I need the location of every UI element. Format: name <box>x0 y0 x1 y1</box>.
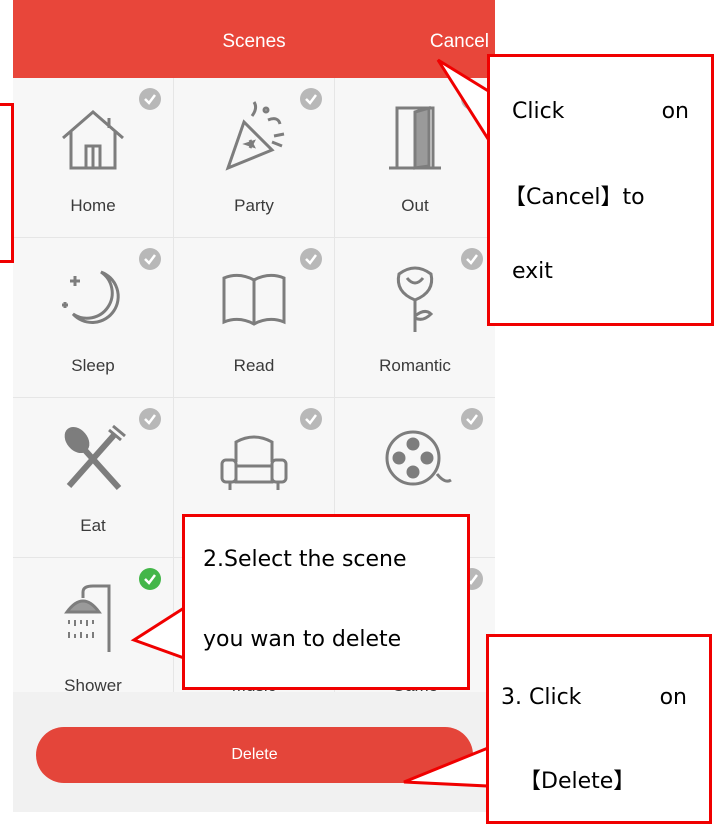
callout-text: 【Delete】 <box>519 769 636 794</box>
house-icon <box>62 110 124 170</box>
scene-label: Eat <box>80 516 106 535</box>
film-reel-icon <box>385 430 452 486</box>
fork-spoon-icon <box>64 424 126 491</box>
check-icon <box>300 88 322 110</box>
scene-label: Shower <box>64 676 122 695</box>
cancel-button[interactable]: Cancel <box>430 31 489 53</box>
callout-text: Click <box>512 99 565 124</box>
callout-text: 2.Select the scene <box>203 547 407 572</box>
callout-delete: 3. Click on 【Delete】 <box>486 634 712 824</box>
callout-cancel: Click on 【Cancel】to exit <box>487 54 714 326</box>
scene-label: Read <box>233 356 275 375</box>
scene-label: Romantic <box>379 356 451 375</box>
shower-icon <box>64 584 111 652</box>
scene-tile-eat[interactable]: Eat <box>13 398 173 557</box>
scene-label: Party <box>234 196 274 215</box>
check-icon <box>461 408 483 430</box>
check-icon <box>300 408 322 430</box>
annotation-bracket <box>0 103 14 263</box>
check-icon <box>139 88 161 110</box>
callout-text: you wan to delete <box>203 627 402 652</box>
scene-tile-romantic[interactable]: Romantic <box>335 238 495 397</box>
sofa-icon <box>220 435 288 490</box>
check-icon <box>139 568 161 590</box>
app-screen: Scenes Cancel Home Party Out Sleep Read … <box>13 0 495 812</box>
scene-label: Home <box>70 196 116 215</box>
scene-tile-read[interactable]: Read <box>174 238 334 397</box>
book-icon <box>222 273 286 326</box>
scene-tile-sleep[interactable]: Sleep <box>13 238 173 397</box>
scene-tile-party[interactable]: Party <box>174 78 334 237</box>
scene-tile-home[interactable]: Home <box>13 78 173 237</box>
check-icon <box>300 248 322 270</box>
party-popper-icon <box>225 101 285 171</box>
rose-icon <box>396 266 434 332</box>
moon-stars-icon <box>62 270 120 324</box>
door-icon <box>389 106 441 170</box>
check-icon <box>139 408 161 430</box>
callout-text: on <box>659 685 687 710</box>
callout-text: exit <box>512 259 553 284</box>
check-icon <box>461 248 483 270</box>
scene-label: Sleep <box>71 356 115 375</box>
app-bar: Scenes Cancel <box>13 0 495 78</box>
delete-button[interactable]: Delete <box>36 727 473 783</box>
scene-tile-shower[interactable]: Shower <box>13 558 173 695</box>
callout-text: 3. Click <box>501 685 582 710</box>
callout-text: on <box>661 99 689 124</box>
callout-text: 【Cancel】to <box>504 185 645 210</box>
check-icon <box>139 248 161 270</box>
page-title: Scenes <box>222 31 286 52</box>
check-icon <box>461 88 483 110</box>
scene-tile-out[interactable]: Out <box>335 78 495 237</box>
scene-label: Out <box>401 196 429 215</box>
callout-select: 2.Select the scene you wan to delete <box>182 514 470 690</box>
